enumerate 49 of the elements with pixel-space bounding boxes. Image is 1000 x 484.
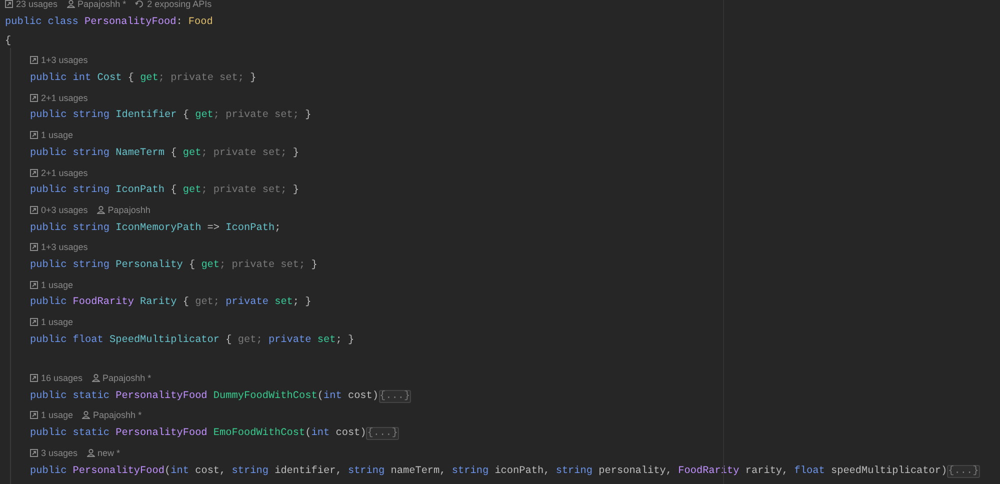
person-icon (66, 0, 75, 8)
code-line: public string NameTerm { get; private set; } (30, 146, 300, 161)
code-line: public float SpeedMultiplicator { get; private set; } (30, 334, 354, 348)
usages-icon (30, 374, 38, 382)
usages-link[interactable]: 1 usage (30, 410, 74, 420)
usages-icon (30, 411, 38, 420)
api-icon (135, 0, 144, 8)
usages-icon (30, 448, 38, 457)
usages-link[interactable]: 0+3 usages (30, 204, 88, 215)
author-link[interactable]: Papajoshh (96, 204, 150, 215)
author-link[interactable]: new * (86, 448, 120, 458)
usages-link[interactable]: 1+3 usages (30, 55, 88, 66)
usages-icon (30, 168, 38, 177)
code-line: public PersonalityFood(int cost, string identifier, string nameTerm, string iconPath, string personality, FoodRarity rarity, float speedMultiplicator){...} (30, 464, 980, 479)
usages-link[interactable]: 16 usages (30, 373, 83, 384)
code-line: public string IconPath { get; private set; } (30, 184, 300, 198)
usages-link[interactable]: 1 usage (30, 130, 74, 140)
usages-link[interactable]: 3 usages (30, 448, 78, 458)
usages-icon (30, 280, 38, 289)
person-icon (82, 411, 90, 420)
code-line: public FoodRarity Rarity { get; private set; } (30, 296, 312, 310)
usages-link[interactable]: 1+3 usages (30, 242, 88, 252)
code-line: public string IconMemoryPath => IconPath; (30, 222, 281, 236)
person-icon (96, 206, 105, 214)
person-icon (86, 448, 95, 457)
usages-link[interactable]: 1 usage (30, 317, 74, 328)
usages-icon (5, 0, 13, 8)
usages-icon (30, 131, 38, 140)
code-line: public class PersonalityFood: Food (5, 16, 213, 30)
exposing-apis-link[interactable]: 2 exposing APIs (135, 0, 212, 10)
usages-icon (30, 318, 38, 326)
usages-link[interactable]: 23 usages (5, 0, 58, 10)
code-line: public static PersonalityFood EmoFoodWithCost(int cost){...} (30, 427, 399, 442)
usages-icon (30, 206, 38, 214)
usages-link[interactable]: 1 usage (30, 280, 74, 290)
author-link[interactable]: Papajoshh * (82, 410, 142, 420)
usages-icon (30, 56, 38, 64)
usages-icon (30, 243, 38, 252)
code-line: public string Identifier { get; private set; } (30, 109, 312, 124)
usages-icon (30, 94, 38, 102)
code-line: public static PersonalityFood DummyFoodWithCost(int cost){...} (30, 390, 412, 404)
person-icon (92, 374, 100, 382)
author-link[interactable]: Papajoshh * (92, 373, 152, 384)
usages-link[interactable]: 2+1 usages (30, 168, 88, 178)
brace: { (5, 34, 12, 49)
author-link[interactable]: Papajoshh * (66, 0, 126, 10)
code-line: public string Personality { get; private set; } (30, 258, 318, 273)
usages-link[interactable]: 2+1 usages (30, 92, 88, 103)
code-line: public int Cost { get; private set; } (30, 72, 256, 86)
